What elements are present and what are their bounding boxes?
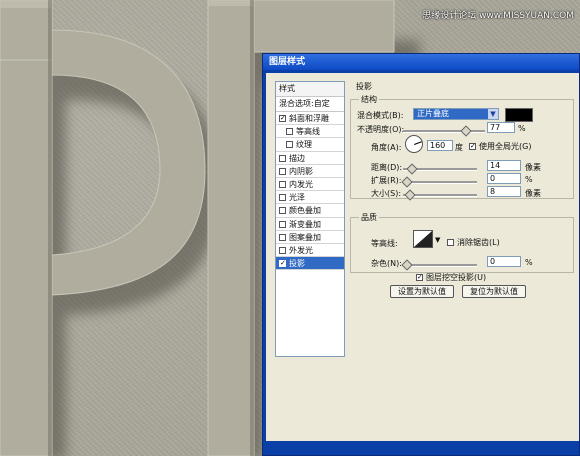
style-item-checkbox[interactable] [279, 180, 286, 188]
distance-unit: 像素 [525, 163, 541, 172]
contour-curve-icon [414, 231, 432, 247]
blend-mode-value: 正片叠底 [417, 109, 449, 118]
blend-mode-label: 混合模式(B): [357, 111, 404, 120]
style-list: 样式 混合选项:自定 斜面和浮雕等高线纹理描边内阴影内发光光泽颜色叠加渐变叠加图… [275, 81, 345, 357]
style-list-header[interactable]: 样式 [276, 82, 344, 97]
style-item[interactable]: 投影 [276, 257, 344, 271]
style-item[interactable]: 图案叠加 [276, 231, 344, 244]
opacity-slider[interactable] [403, 125, 485, 137]
knockout-checkbox[interactable]: 图层挖空投影(U) [416, 272, 486, 283]
shadow-color-swatch[interactable] [505, 108, 533, 122]
blend-mode-select[interactable]: 正片叠底 ▼ [413, 108, 499, 120]
angle-input[interactable]: 160 [427, 140, 453, 151]
opacity-label: 不透明度(O): [357, 125, 405, 134]
style-item-checkbox[interactable] [286, 141, 293, 149]
style-item-checkbox[interactable] [286, 128, 293, 136]
style-item[interactable]: 描边 [276, 152, 344, 165]
distance-input[interactable]: 14 [487, 160, 521, 171]
antialias-checkbox[interactable]: 消除锯齿(L) [447, 237, 500, 248]
structure-group: 结构 混合模式(B): 正片叠底 ▼ 不透明度(O): 77 % 角度(A): … [350, 94, 574, 201]
spread-slider-thumb[interactable] [401, 176, 413, 188]
style-item-label: 内阴影 [289, 166, 313, 176]
style-item-label: 渐变叠加 [289, 219, 321, 229]
spread-label: 扩展(R): [371, 176, 402, 185]
style-item-checkbox[interactable] [279, 154, 286, 162]
style-item-checkbox[interactable] [279, 207, 286, 215]
opacity-unit: % [518, 124, 526, 133]
noise-slider[interactable] [401, 259, 477, 271]
style-item-label: 斜面和浮雕 [289, 114, 329, 123]
noise-label: 杂色(N): [371, 259, 402, 268]
noise-slider-thumb[interactable] [401, 259, 413, 271]
dialog-body: 样式 混合选项:自定 斜面和浮雕等高线纹理描边内阴影内发光光泽颜色叠加渐变叠加图… [266, 73, 579, 441]
quality-group: 品质 等高线: ▼ 消除锯齿(L) 杂色(N): 0 % [350, 212, 574, 273]
style-item-label: 描边 [289, 153, 305, 163]
style-item[interactable]: 等高线 [276, 125, 344, 139]
spread-input[interactable]: 0 [487, 173, 521, 184]
panel-title: 投影 [356, 82, 372, 91]
angle-label: 角度(A): [371, 143, 402, 152]
style-item[interactable]: 内阴影 [276, 165, 344, 178]
chevron-down-icon: ▼ [488, 109, 498, 119]
opacity-input[interactable]: 77 [487, 122, 515, 133]
style-item-label: 投影 [289, 259, 305, 269]
spread-slider[interactable] [401, 176, 477, 188]
knockout-label: 图层挖空投影(U) [426, 273, 487, 282]
distance-label: 距离(D): [371, 163, 403, 172]
style-item-checkbox[interactable] [279, 194, 286, 202]
style-item[interactable]: 颜色叠加 [276, 204, 344, 218]
angle-dial[interactable] [405, 135, 423, 153]
global-light-label: 使用全局光(G) [479, 142, 532, 151]
style-item[interactable]: 纹理 [276, 138, 344, 152]
style-item[interactable]: 内发光 [276, 178, 344, 192]
angle-unit: 度 [455, 143, 463, 152]
style-item-checkbox[interactable] [279, 115, 286, 122]
style-item-checkbox[interactable] [279, 246, 286, 254]
antialias-check-icon [447, 239, 454, 246]
spread-unit: % [525, 175, 533, 184]
global-light-checkbox[interactable]: 使用全局光(G) [469, 141, 531, 152]
style-item-checkbox[interactable] [279, 167, 286, 175]
size-unit: 像素 [525, 189, 541, 198]
style-item[interactable]: 外发光 [276, 244, 344, 258]
distance-slider[interactable] [403, 163, 477, 175]
layer-style-dialog: 图层样式 样式 混合选项:自定 斜面和浮雕等高线纹理描边内阴影内发光光泽颜色叠加… [262, 53, 580, 456]
style-item-checkbox[interactable] [279, 260, 286, 268]
size-slider-thumb[interactable] [404, 189, 416, 201]
structure-title: 结构 [359, 94, 379, 105]
global-light-check-icon [469, 143, 476, 150]
style-item-label: 等高线 [296, 127, 320, 137]
contour-dropdown-icon[interactable]: ▼ [435, 236, 440, 244]
quality-title: 品质 [359, 212, 379, 223]
knockout-check-icon [416, 274, 423, 281]
dialog-title[interactable]: 图层样式 [263, 54, 579, 70]
style-item[interactable]: 斜面和浮雕 [276, 112, 344, 126]
noise-input[interactable]: 0 [487, 256, 521, 267]
watermark: 思缘设计论坛 www.MISSYUAN.COM [422, 11, 574, 21]
size-input[interactable]: 8 [487, 186, 521, 197]
reset-default-button[interactable]: 复位为默认值 [462, 285, 526, 298]
style-item-checkbox[interactable] [279, 233, 286, 241]
distance-slider-thumb[interactable] [406, 163, 418, 175]
blend-options-item[interactable]: 混合选项:自定 [276, 97, 344, 112]
contour-picker[interactable] [413, 230, 433, 248]
size-slider[interactable] [403, 189, 477, 201]
antialias-label: 消除锯齿(L) [457, 238, 500, 247]
style-item-label: 纹理 [296, 140, 312, 150]
noise-unit: % [525, 258, 533, 267]
style-item-checkbox[interactable] [279, 220, 286, 228]
style-item[interactable]: 光泽 [276, 191, 344, 205]
style-item-label: 内发光 [289, 179, 313, 189]
style-item-label: 颜色叠加 [289, 206, 321, 216]
contour-label: 等高线: [371, 239, 398, 248]
style-item-label: 图案叠加 [289, 232, 321, 242]
size-label: 大小(S): [371, 189, 402, 198]
style-item[interactable]: 渐变叠加 [276, 218, 344, 231]
style-item-label: 光泽 [289, 193, 305, 203]
set-default-button[interactable]: 设置为默认值 [390, 285, 454, 298]
opacity-slider-thumb[interactable] [460, 125, 472, 137]
style-item-label: 外发光 [289, 245, 313, 255]
